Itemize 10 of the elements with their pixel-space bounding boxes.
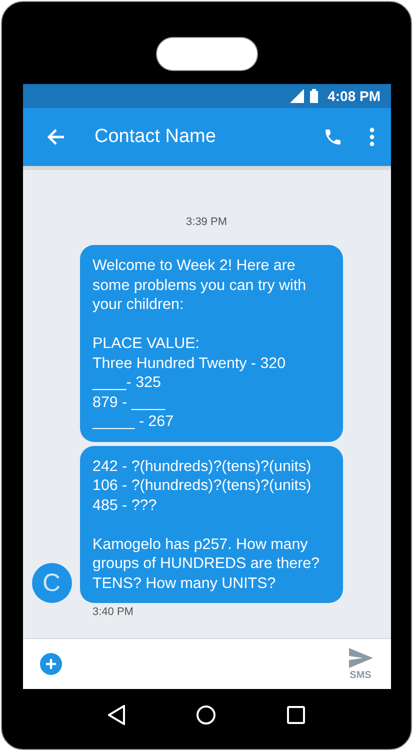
status-time: 4:08 PM xyxy=(328,88,380,104)
message-bubble: 242 - ?(hundreds)?(tens)?(units) 106 - ?(hundreds)?(tens)?(units) 485 - ??? Kamogelo has p257. How many groups of HUNDREDS are there? TENS? How many UNITS? xyxy=(80,446,342,603)
message-timestamp: 3:39 PM xyxy=(185,216,228,228)
battery-icon xyxy=(310,89,318,103)
contact-avatar: C xyxy=(32,563,72,603)
add-icon[interactable] xyxy=(40,653,62,675)
signal-icon xyxy=(290,89,304,103)
contact-name: Contact Name xyxy=(94,126,217,148)
message-bubble: Welcome to Week 2! Here are some problems you can try with your children: PLACE VALUE: Three Hundred Twenty - 320 ____- 325 879 - ____ _____ - 267 xyxy=(80,245,342,442)
message-time: 3:40 PM xyxy=(92,606,134,618)
